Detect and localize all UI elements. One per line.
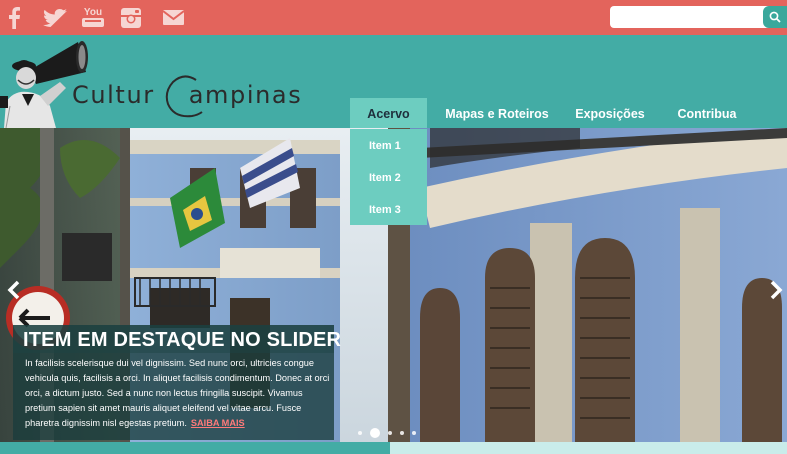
slider-dot-5[interactable] (412, 431, 416, 435)
search-box (610, 6, 787, 28)
logo-text-part1: Cultur (72, 81, 155, 109)
saiba-mais-link[interactable]: SAIBA MAIS (191, 418, 245, 428)
nav-item-acervo-label: Acervo (367, 106, 410, 121)
search-icon (769, 11, 781, 23)
bottom-strip-left (0, 442, 390, 454)
nav-item-contribua-label: Contribua (677, 106, 737, 121)
slider-body: In facilisis scelerisque dui vel digniss… (25, 358, 330, 428)
bottom-strip (0, 442, 787, 454)
slider-prev-arrow[interactable] (7, 280, 21, 300)
slider-dot-1[interactable] (358, 431, 362, 435)
mail-icon[interactable] (162, 0, 184, 35)
logo-c-glyph (165, 75, 203, 118)
youtube-icon[interactable]: You (81, 0, 105, 35)
nav-item-contribua[interactable]: Contribua (670, 98, 744, 129)
slider-next-arrow[interactable] (769, 280, 783, 300)
search-button[interactable] (763, 6, 787, 28)
facebook-icon[interactable] (5, 0, 23, 35)
twitter-icon[interactable] (42, 0, 68, 35)
logo-text-part2: ampinas (188, 81, 303, 109)
slider-dot-3[interactable] (388, 431, 392, 435)
search-input[interactable] (610, 6, 770, 28)
slider-dot-2[interactable] (370, 428, 380, 438)
dropdown-item-2[interactable]: Item 2 (369, 172, 401, 184)
youtube-icon-text: You (83, 7, 103, 18)
slider-text: In facilisis scelerisque dui vel digniss… (25, 356, 331, 431)
acervo-dropdown-menu: Item 1 Item 2 Item 3 (350, 129, 427, 225)
dropdown-item-1[interactable]: Item 1 (369, 140, 401, 152)
slider-pagination (358, 427, 416, 439)
nav-item-exposicoes[interactable]: Exposições (568, 98, 652, 129)
instagram-icon[interactable] (120, 0, 142, 35)
dropdown-item-3[interactable]: Item 3 (369, 204, 401, 216)
nav-item-mapas-e-roteiros[interactable]: Mapas e Roteiros (440, 98, 554, 129)
slider-dot-4[interactable] (400, 431, 404, 435)
nav-item-exposicoes-label: Exposições (575, 106, 645, 121)
slider-title: ITEM EM DESTAQUE NO SLIDER (23, 329, 342, 351)
nav-item-mapas-label: Mapas e Roteiros (445, 106, 549, 121)
nav-item-acervo[interactable]: Acervo (350, 98, 427, 129)
